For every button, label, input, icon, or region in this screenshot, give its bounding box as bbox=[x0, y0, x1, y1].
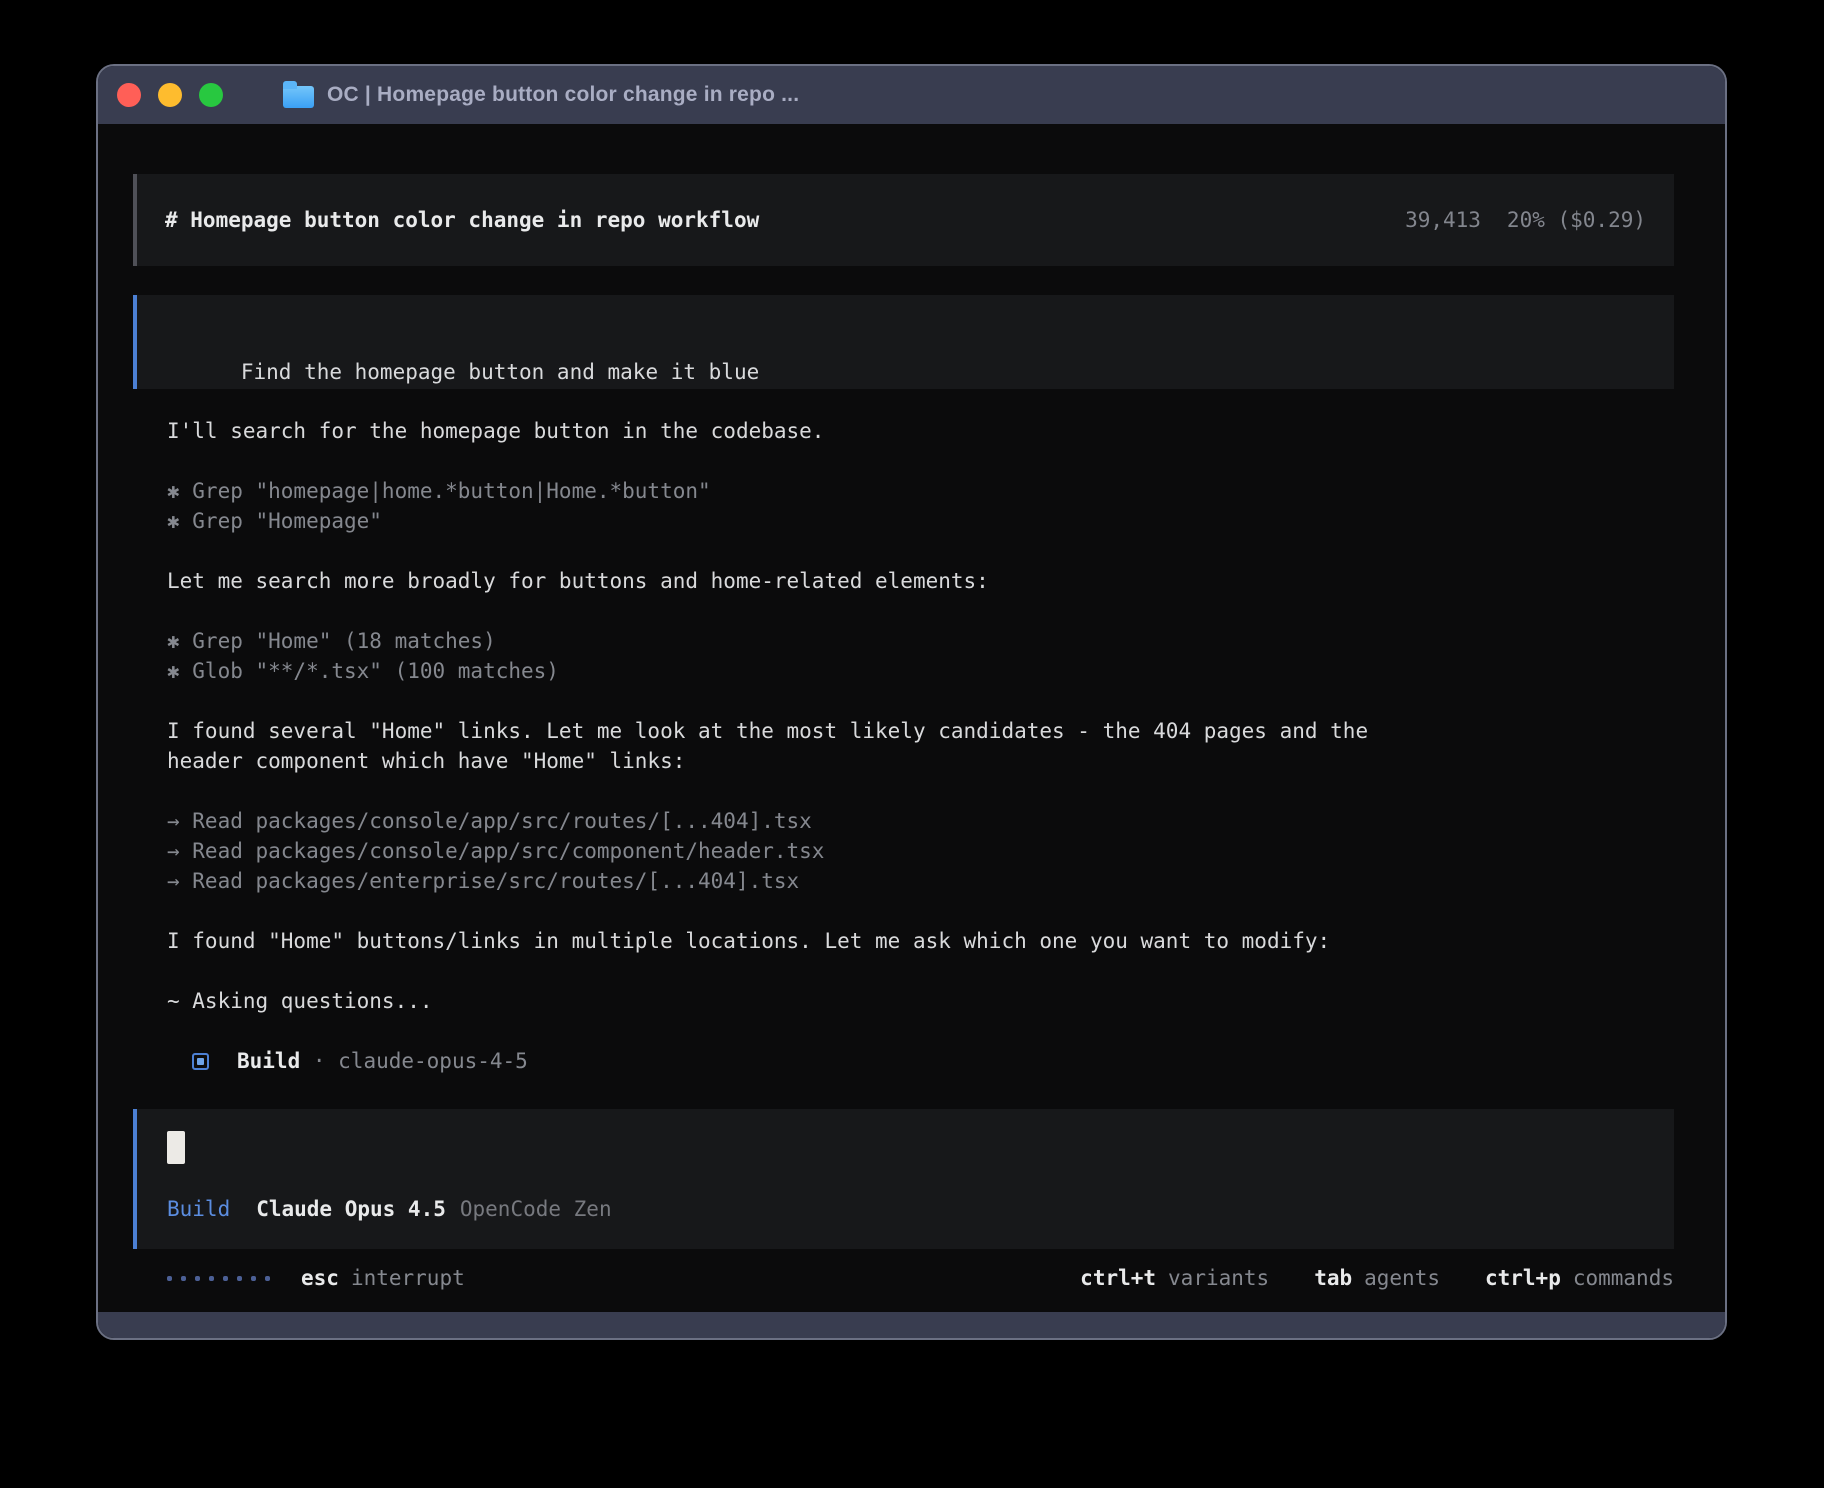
transcript-line: ✱ Grep "Home" (18 matches) bbox=[167, 626, 1674, 656]
esc-key-label: interrupt bbox=[351, 1263, 465, 1293]
shortcut-hint: ctrl+p commands bbox=[1485, 1263, 1674, 1293]
window-title: OC | Homepage button color change in rep… bbox=[327, 83, 799, 107]
close-button[interactable] bbox=[117, 83, 141, 107]
agent-model: claude-opus-4-5 bbox=[338, 1046, 528, 1076]
transcript-line: ✱ Glob "**/*.tsx" (100 matches) bbox=[167, 656, 1674, 686]
agent-status-row: Build · claude-opus-4-5 bbox=[192, 1046, 1674, 1076]
transcript-line bbox=[167, 446, 1674, 476]
agent-separator: · bbox=[300, 1046, 338, 1076]
build-mode-icon bbox=[192, 1053, 209, 1070]
spinner-dot bbox=[181, 1276, 186, 1281]
status-left: esc interrupt bbox=[167, 1263, 465, 1293]
context-cost: 20% ($0.29) bbox=[1507, 205, 1646, 235]
shortcut-key: tab bbox=[1314, 1263, 1352, 1293]
transcript-line: → Read packages/console/app/src/componen… bbox=[167, 836, 1674, 866]
spinner-dot bbox=[265, 1276, 270, 1281]
terminal-content: # Homepage button color change in repo w… bbox=[98, 124, 1725, 1312]
provider-label: OpenCode Zen bbox=[460, 1194, 612, 1224]
transcript-line: Let me search more broadly for buttons a… bbox=[167, 566, 1674, 596]
transcript-line bbox=[167, 776, 1674, 806]
spinner-dot bbox=[237, 1276, 242, 1281]
token-count: 39,413 bbox=[1405, 205, 1481, 235]
shortcut-label: commands bbox=[1573, 1263, 1674, 1293]
terminal-window: OC | Homepage button color change in rep… bbox=[96, 64, 1727, 1340]
shortcut-key: ctrl+t bbox=[1080, 1263, 1156, 1293]
mode-label: Build bbox=[167, 1194, 230, 1224]
transcript-line: → Read packages/enterprise/src/routes/[.… bbox=[167, 866, 1674, 896]
esc-key-hint: esc bbox=[301, 1263, 339, 1293]
input-mode-row: Build Claude Opus 4.5 OpenCode Zen bbox=[167, 1194, 1646, 1224]
transcript-line bbox=[167, 896, 1674, 926]
shortcut-hint: tab agents bbox=[1314, 1263, 1440, 1293]
folder-icon bbox=[283, 86, 314, 108]
spinner-dot bbox=[167, 1276, 172, 1281]
transcript-line: I found several "Home" links. Let me loo… bbox=[167, 716, 1674, 746]
transcript-line bbox=[167, 956, 1674, 986]
zoom-button[interactable] bbox=[199, 83, 223, 107]
transcript-line bbox=[167, 536, 1674, 566]
shortcut-label: agents bbox=[1364, 1263, 1440, 1293]
transcript-line: → Read packages/console/app/src/routes/[… bbox=[167, 806, 1674, 836]
minimize-button[interactable] bbox=[158, 83, 182, 107]
user-message-text: Find the homepage button and make it blu… bbox=[241, 360, 759, 384]
transcript-line bbox=[167, 596, 1674, 626]
traffic-lights bbox=[117, 83, 223, 107]
transcript-line bbox=[167, 1016, 1674, 1046]
message-input[interactable]: Build Claude Opus 4.5 OpenCode Zen bbox=[133, 1109, 1674, 1249]
shortcut-label: variants bbox=[1168, 1263, 1269, 1293]
spinner-dots bbox=[167, 1276, 270, 1281]
window-titlebar[interactable]: OC | Homepage button color change in rep… bbox=[98, 66, 1725, 124]
transcript-line: ~ Asking questions... bbox=[167, 986, 1674, 1016]
status-bar: esc interrupt ctrl+tvariantstabagentsctr… bbox=[167, 1263, 1674, 1293]
text-cursor bbox=[167, 1131, 185, 1164]
transcript-line: I found "Home" buttons/links in multiple… bbox=[167, 926, 1674, 956]
session-stats: 39,413 20% ($0.29) bbox=[1405, 205, 1646, 235]
transcript-line: I'll search for the homepage button in t… bbox=[167, 416, 1674, 446]
transcript-line bbox=[167, 686, 1674, 716]
session-title: # Homepage button color change in repo w… bbox=[165, 205, 759, 235]
spinner-dot bbox=[209, 1276, 214, 1281]
shortcut-key: ctrl+p bbox=[1485, 1263, 1561, 1293]
agent-name: Build bbox=[237, 1046, 300, 1076]
user-message: Find the homepage button and make it blu… bbox=[133, 295, 1674, 389]
session-header: # Homepage button color change in repo w… bbox=[133, 174, 1674, 266]
transcript: I'll search for the homepage button in t… bbox=[167, 416, 1674, 1046]
transcript-line: header component which have "Home" links… bbox=[167, 746, 1674, 776]
spinner-dot bbox=[251, 1276, 256, 1281]
shortcut-hint: ctrl+t variants bbox=[1080, 1263, 1269, 1293]
shortcut-list: ctrl+t variants tab agents ctrl+p commands bbox=[1080, 1263, 1674, 1293]
window-bottom-chrome bbox=[98, 1312, 1725, 1338]
transcript-line: ✱ Grep "homepage|home.*button|Home.*butt… bbox=[167, 476, 1674, 506]
transcript-line: ✱ Grep "Homepage" bbox=[167, 506, 1674, 536]
spinner-dot bbox=[195, 1276, 200, 1281]
model-label: Claude Opus 4.5 bbox=[256, 1194, 446, 1224]
spinner-dot bbox=[223, 1276, 228, 1281]
